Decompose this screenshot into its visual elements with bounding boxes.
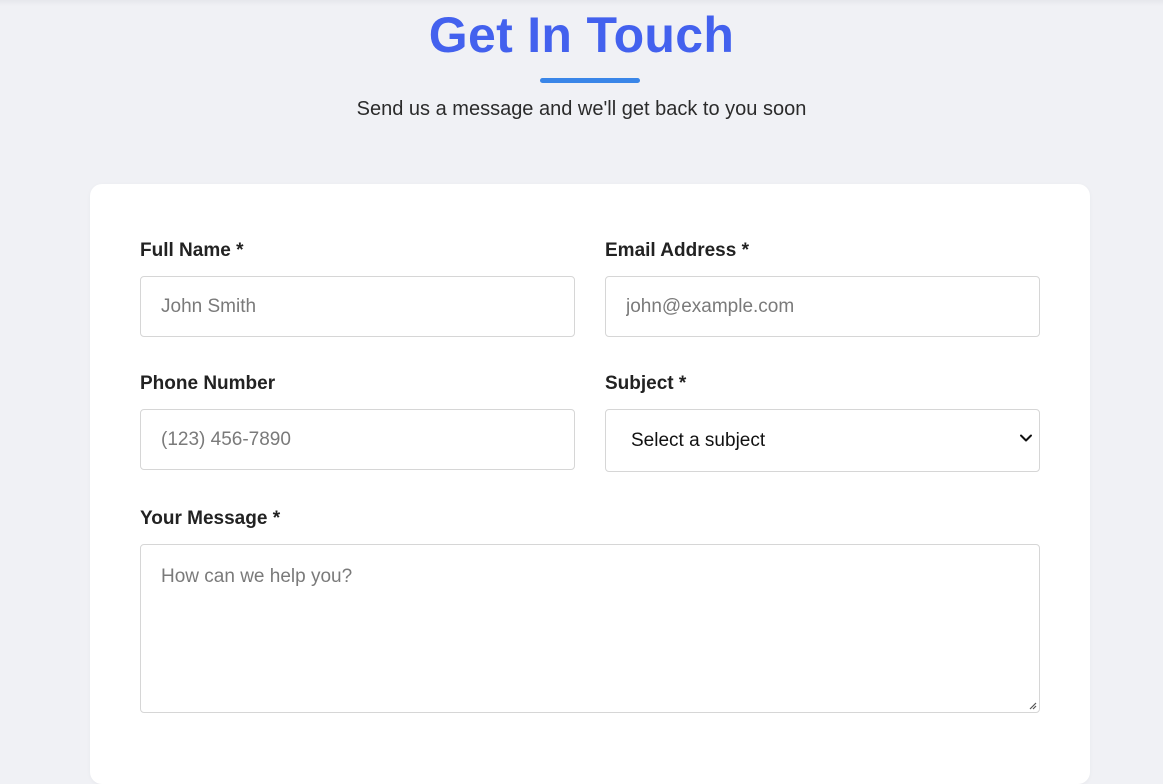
- full-name-label: Full Name *: [140, 240, 244, 261]
- resize-grip-icon[interactable]: [1027, 700, 1037, 710]
- full-name-input[interactable]: [140, 276, 575, 337]
- page-subtitle: Send us a message and we'll get back to …: [356, 98, 807, 120]
- contact-form-card: Full Name * Email Address * Phone Number…: [90, 184, 1090, 784]
- phone-input[interactable]: [140, 409, 575, 470]
- message-textarea[interactable]: [140, 544, 1040, 713]
- subject-label: Subject *: [605, 373, 687, 394]
- email-label: Email Address *: [605, 240, 749, 261]
- chevron-down-icon: [1020, 434, 1032, 442]
- subject-select[interactable]: Select a subject: [605, 409, 1040, 472]
- title-underline: [540, 78, 640, 83]
- phone-label: Phone Number: [140, 373, 276, 394]
- email-input[interactable]: [605, 276, 1040, 337]
- message-label: Your Message *: [140, 508, 281, 529]
- page-title: Get In Touch: [428, 7, 735, 63]
- subject-selected-value: Select a subject: [631, 430, 766, 451]
